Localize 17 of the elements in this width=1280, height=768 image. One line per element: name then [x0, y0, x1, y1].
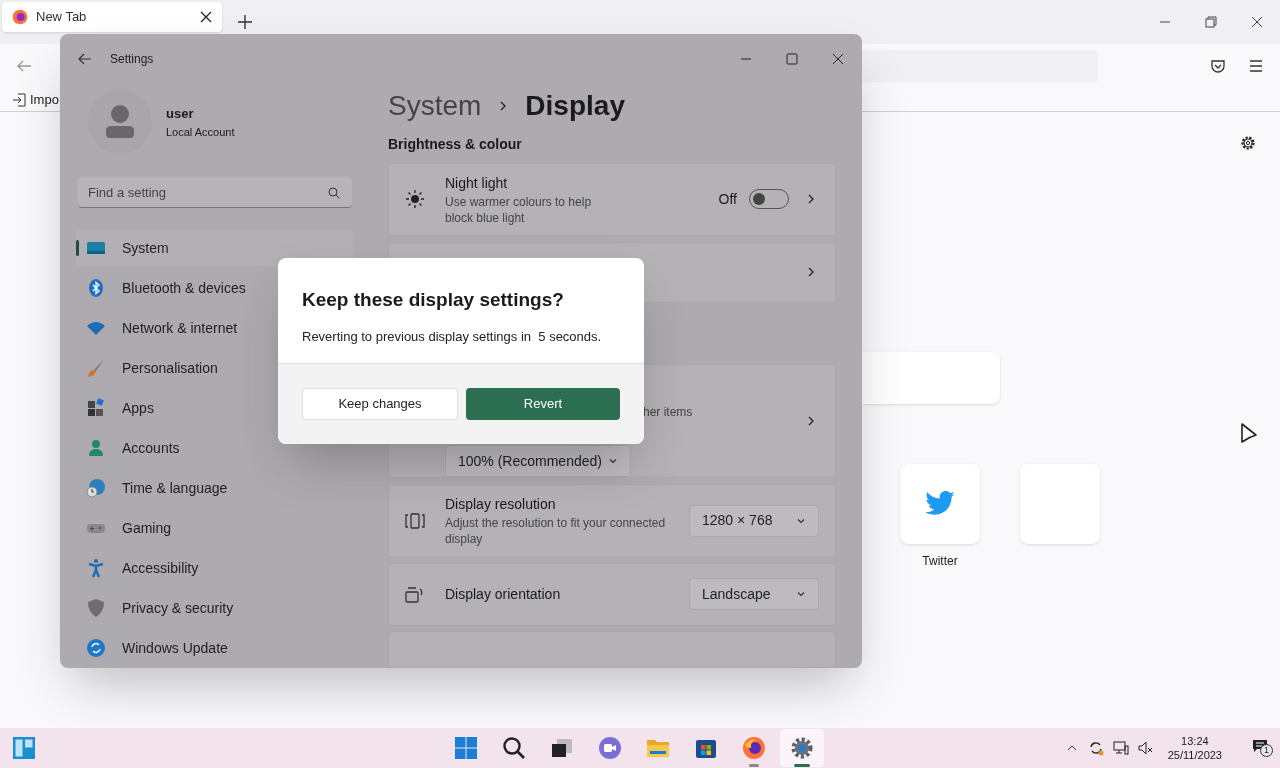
section-heading: Brightness & colour: [388, 135, 523, 155]
page-title: Display: [525, 89, 625, 124]
dialog-message: Reverting to previous display settings in 5 seconds.: [302, 327, 603, 346]
account-type: Local Account: [166, 124, 235, 140]
tab-title: New Tab: [36, 8, 88, 27]
toggle-state: Off: [718, 190, 737, 209]
setting-description: Adjust the resolution to fit your connected display: [445, 515, 667, 548]
site-label: Twitter: [922, 553, 958, 570]
setting-description: her items: [643, 404, 693, 422]
user-name: user: [166, 105, 195, 123]
setting-title: Display resolution: [445, 495, 557, 515]
dialog-title: Keep these display settings?: [302, 288, 565, 312]
setting-title: Night light: [445, 174, 509, 193]
setting-title: Display orientation: [445, 584, 561, 604]
setting-description: Use warmer colours to help block blue light: [445, 194, 593, 226]
notification-badge: 1: [1260, 744, 1273, 757]
window-title: Settings: [110, 51, 154, 68]
